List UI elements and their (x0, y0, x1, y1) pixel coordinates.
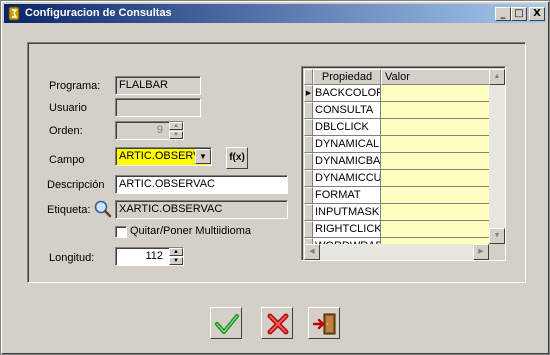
row-indicator[interactable]: ▶ (304, 85, 313, 102)
row-indicator[interactable] (304, 221, 313, 238)
usuario-field[interactable] (115, 98, 201, 117)
row-indicator[interactable] (304, 170, 313, 187)
longitud-label: Longitud: (49, 252, 95, 264)
orden-spinner[interactable]: ▲ ▼ (169, 122, 183, 139)
column-header-valor[interactable]: Valor (381, 69, 491, 85)
vertical-scrollbar[interactable]: ▲ ▼ (489, 69, 505, 244)
horizontal-scrollbar[interactable]: ◀ ▶ (304, 244, 489, 260)
app-icon (8, 6, 20, 21)
column-header-propiedad[interactable]: Propiedad (313, 69, 381, 85)
value-cell[interactable] (381, 187, 491, 204)
campo-dropdown-icon[interactable]: ▼ (195, 149, 211, 164)
campo-label: Campo (49, 154, 85, 166)
row-indicator[interactable] (304, 119, 313, 136)
value-cell[interactable] (381, 153, 491, 170)
programa-field[interactable]: FLALBAR (115, 76, 201, 95)
row-indicator[interactable] (304, 153, 313, 170)
row-indicator[interactable] (304, 102, 313, 119)
row-indicator[interactable] (304, 204, 313, 221)
value-cell[interactable] (381, 221, 491, 238)
multiidioma-checkbox[interactable] (115, 226, 127, 238)
properties-grid[interactable]: Propiedad Valor ▶ BACKCOLOR CONSULTA DBLCLI… (301, 66, 506, 261)
scroll-left-icon[interactable]: ◀ (304, 244, 320, 260)
value-cell[interactable] (381, 136, 491, 153)
fx-button[interactable]: f(x) (226, 147, 248, 169)
etiqueta-field[interactable]: XARTIC.OBSERVAC (115, 200, 288, 219)
scroll-right-icon[interactable]: ▶ (473, 244, 489, 260)
dialog-window: Configuracion de Consultas _ □ X Program… (0, 0, 550, 355)
title-bar[interactable]: Configuracion de Consultas _ □ X (4, 4, 546, 23)
exit-button[interactable] (308, 307, 340, 339)
value-cell[interactable] (381, 204, 491, 221)
multiidioma-label: Quitar/Poner Multiidioma (130, 225, 252, 237)
window-title: Configuracion de Consultas (25, 7, 172, 19)
value-cell[interactable] (381, 85, 491, 102)
property-cell[interactable]: DYNAMICALIGNMENT (313, 136, 381, 153)
property-cell[interactable]: CONSULTA (313, 102, 381, 119)
property-cell[interactable]: BACKCOLOR (313, 85, 381, 102)
descripcion-field[interactable]: ARTIC.OBSERVAC (115, 175, 288, 194)
value-cell[interactable] (381, 170, 491, 187)
descripcion-label: Descripción (47, 179, 105, 191)
longitud-spinner[interactable]: ▲ ▼ (169, 248, 183, 265)
property-cell[interactable]: DBLCLICK (313, 119, 381, 136)
exit-door-icon (312, 313, 336, 335)
property-cell[interactable]: FORMAT (313, 187, 381, 204)
magnifier-icon[interactable] (93, 199, 113, 219)
red-x-icon (267, 313, 289, 335)
grid-corner (304, 69, 313, 85)
close-button[interactable]: X (529, 7, 545, 21)
minimize-button[interactable]: _ (495, 7, 511, 21)
accept-button[interactable] (210, 307, 242, 339)
cancel-button[interactable] (261, 307, 293, 339)
etiqueta-label: Etiqueta: (47, 204, 91, 216)
orden-label: Orden: (49, 125, 83, 137)
property-cell[interactable]: DYNAMICCURRENTCONTROL (313, 170, 381, 187)
longitud-spin-up-icon[interactable]: ▲ (169, 248, 183, 256)
row-indicator[interactable] (304, 136, 313, 153)
longitud-spin-down-icon[interactable]: ▼ (169, 257, 183, 265)
green-check-icon (215, 314, 239, 334)
scrollbar-corner (489, 244, 505, 260)
orden-spin-down-icon[interactable]: ▼ (169, 131, 183, 139)
programa-label: Programa: (49, 80, 101, 92)
row-indicator[interactable] (304, 187, 313, 204)
property-cell[interactable]: INPUTMASK (313, 204, 381, 221)
value-cell[interactable] (381, 119, 491, 136)
scroll-up-icon[interactable]: ▲ (489, 69, 505, 85)
value-cell[interactable] (381, 102, 491, 119)
usuario-label: Usuario (49, 102, 87, 114)
maximize-button[interactable]: □ (511, 7, 527, 21)
property-cell[interactable]: DYNAMICBACKCOLOR (313, 153, 381, 170)
scroll-down-icon[interactable]: ▼ (489, 228, 505, 244)
orden-spin-up-icon[interactable]: ▲ (169, 122, 183, 130)
property-cell[interactable]: RIGHTCLICK (313, 221, 381, 238)
